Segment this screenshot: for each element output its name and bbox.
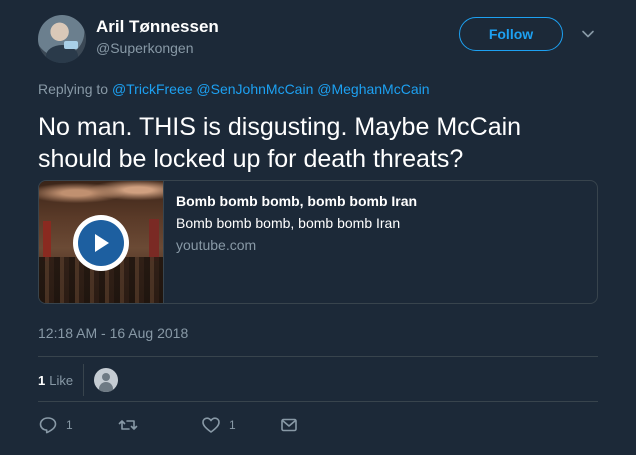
retweet-icon bbox=[118, 420, 138, 430]
like-count: 1 bbox=[229, 418, 236, 432]
like-button[interactable]: 1 bbox=[201, 415, 236, 435]
likes-separator bbox=[83, 364, 85, 396]
likes-row: 1 Like bbox=[38, 364, 119, 396]
thumbnail-flag bbox=[149, 219, 159, 261]
follow-button[interactable]: Follow bbox=[459, 17, 563, 51]
reply-count: 1 bbox=[66, 418, 73, 432]
play-triangle-icon bbox=[95, 234, 109, 252]
play-icon[interactable] bbox=[73, 215, 129, 271]
thumbnail-flag bbox=[43, 221, 51, 261]
divider bbox=[38, 356, 598, 357]
likes-label[interactable]: Like bbox=[49, 373, 73, 388]
play-icon-inner bbox=[78, 220, 124, 266]
tweet-timestamp[interactable]: 12:18 AM - 16 Aug 2018 bbox=[38, 325, 188, 341]
card-description: Bomb bomb bomb, bomb bomb Iran bbox=[176, 215, 401, 231]
thumbnail-lights bbox=[39, 181, 163, 211]
link-card[interactable]: Bomb bomb bomb, bomb bomb Iran Bomb bomb… bbox=[38, 180, 598, 304]
heart-icon bbox=[202, 417, 220, 433]
liker-avatar-body bbox=[99, 382, 114, 392]
reply-icon bbox=[39, 417, 57, 434]
liker-avatar[interactable] bbox=[94, 368, 119, 392]
tweet-text: No man. THIS is disgusting. Maybe McCain… bbox=[38, 113, 522, 173]
likes-count[interactable]: 1 bbox=[38, 373, 45, 388]
card-title: Bomb bomb bomb, bomb bomb Iran bbox=[176, 193, 418, 209]
author-avatar[interactable] bbox=[38, 15, 86, 63]
reply-button[interactable]: 1 bbox=[38, 415, 73, 435]
mail-icon bbox=[281, 418, 297, 432]
replying-to-label: Replying to bbox=[38, 81, 109, 97]
chevron-down-icon[interactable] bbox=[580, 26, 596, 42]
author-name[interactable]: Aril Tønnessen bbox=[96, 17, 219, 37]
author-handle[interactable]: @Superkongen bbox=[96, 40, 194, 56]
direct-message-button[interactable] bbox=[279, 415, 299, 435]
card-domain: youtube.com bbox=[176, 237, 257, 253]
mention-link[interactable]: @SenJohnMcCain bbox=[196, 81, 313, 97]
card-body: Bomb bomb bomb, bomb bomb Iran Bomb bomb… bbox=[164, 181, 429, 303]
retweet-button[interactable] bbox=[118, 415, 146, 435]
liker-avatar-head bbox=[102, 373, 111, 381]
video-thumbnail[interactable] bbox=[39, 181, 164, 303]
mention-link[interactable]: @MeghanMcCain bbox=[317, 81, 429, 97]
divider bbox=[38, 401, 598, 402]
avatar-flash bbox=[64, 41, 78, 49]
mention-link[interactable]: @TrickFreee bbox=[112, 81, 193, 97]
replying-to: Replying to @TrickFreee @SenJohnMcCain @… bbox=[38, 81, 430, 97]
